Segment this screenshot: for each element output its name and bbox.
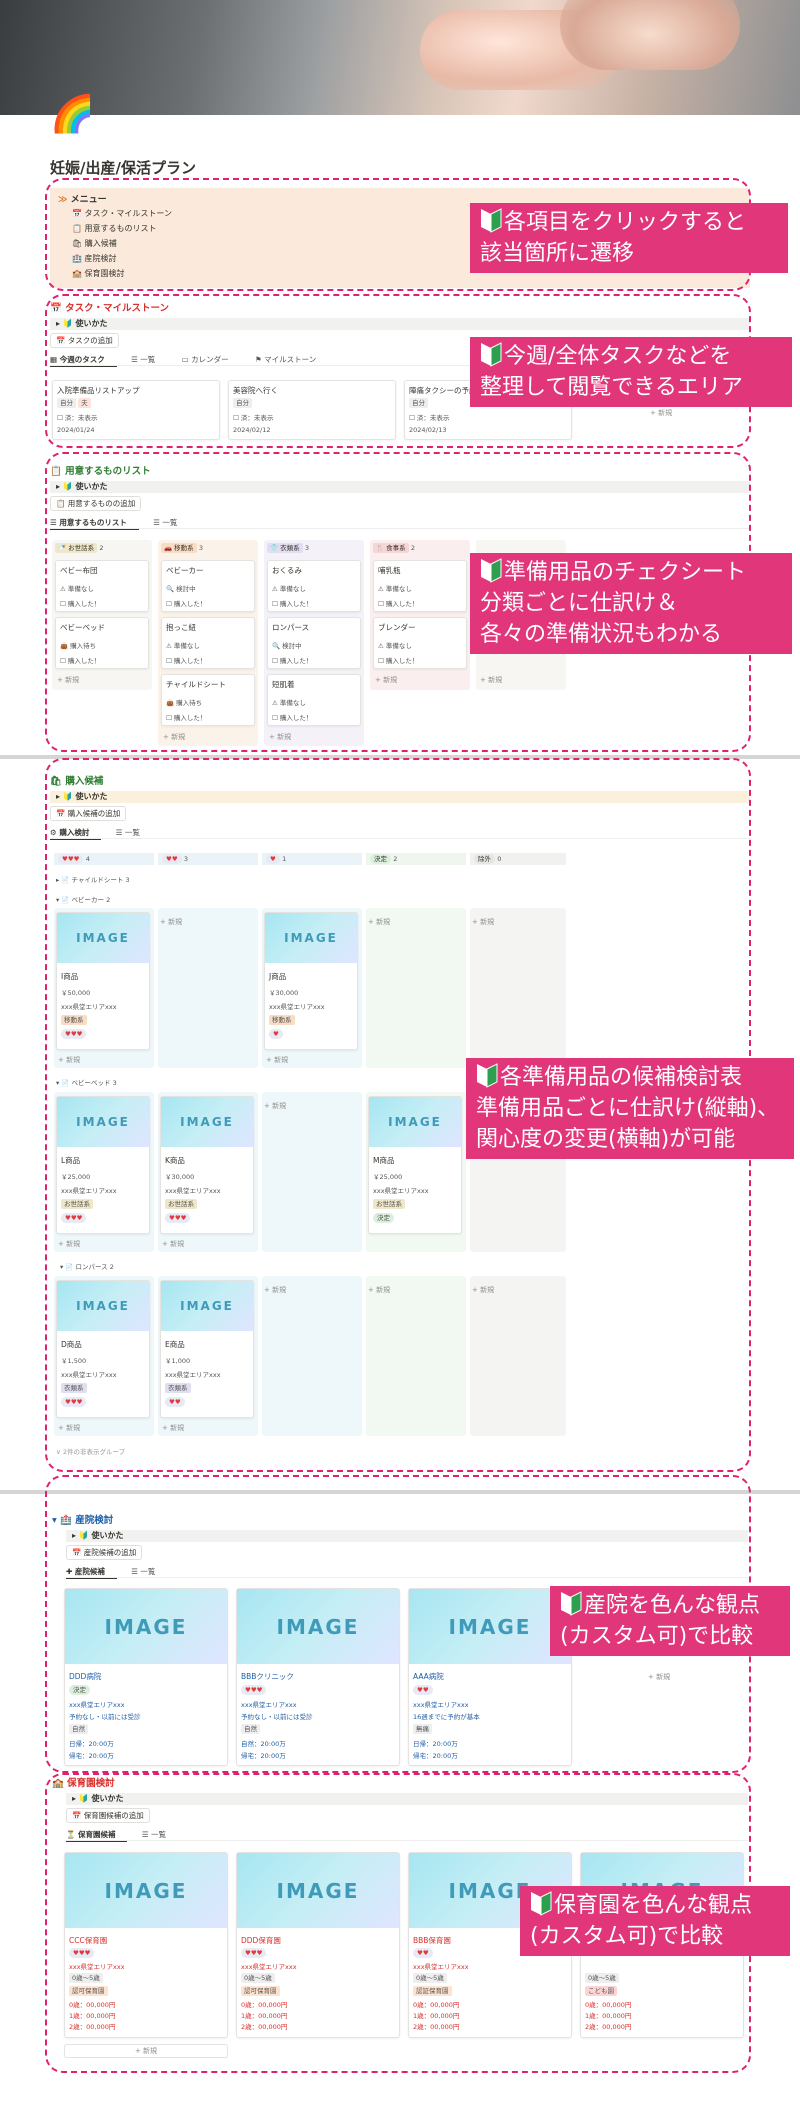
beginner-mark-icon xyxy=(530,1890,552,1916)
overlay-tasks: 今週/全体タスクなどを 整理して閲覧できるエリア xyxy=(470,337,792,407)
rainbow-icon: 🌈 xyxy=(50,94,95,135)
beginner-mark-icon xyxy=(480,341,502,367)
beginner-mark-icon xyxy=(480,207,502,233)
overlay-nursery: 保育園を色んな観点 (カスタム可)で比較 xyxy=(520,1886,790,1956)
beginner-mark-icon xyxy=(476,1062,498,1088)
overlay-menu: 各項目をクリックすると 該当箇所に遷移 xyxy=(470,203,788,273)
beginner-mark-icon xyxy=(480,557,502,583)
page-title: 妊娠/出産/保活プラン xyxy=(50,159,196,177)
overlay-hospital: 産院を色んな観点 (カスタム可)で比較 xyxy=(550,1586,790,1656)
beginner-mark-icon xyxy=(560,1590,582,1616)
cover-image xyxy=(0,0,800,115)
overlay-candidates: 各準備用品の候補検討表 準備用品ごとに仕訳け(縦軸)、 関心度の変更(横軸)が可… xyxy=(466,1058,794,1159)
overlay-prep: 準備用品のチェクシート 分類ごとに仕訳け＆ 各々の準備状況もわかる xyxy=(470,553,792,654)
